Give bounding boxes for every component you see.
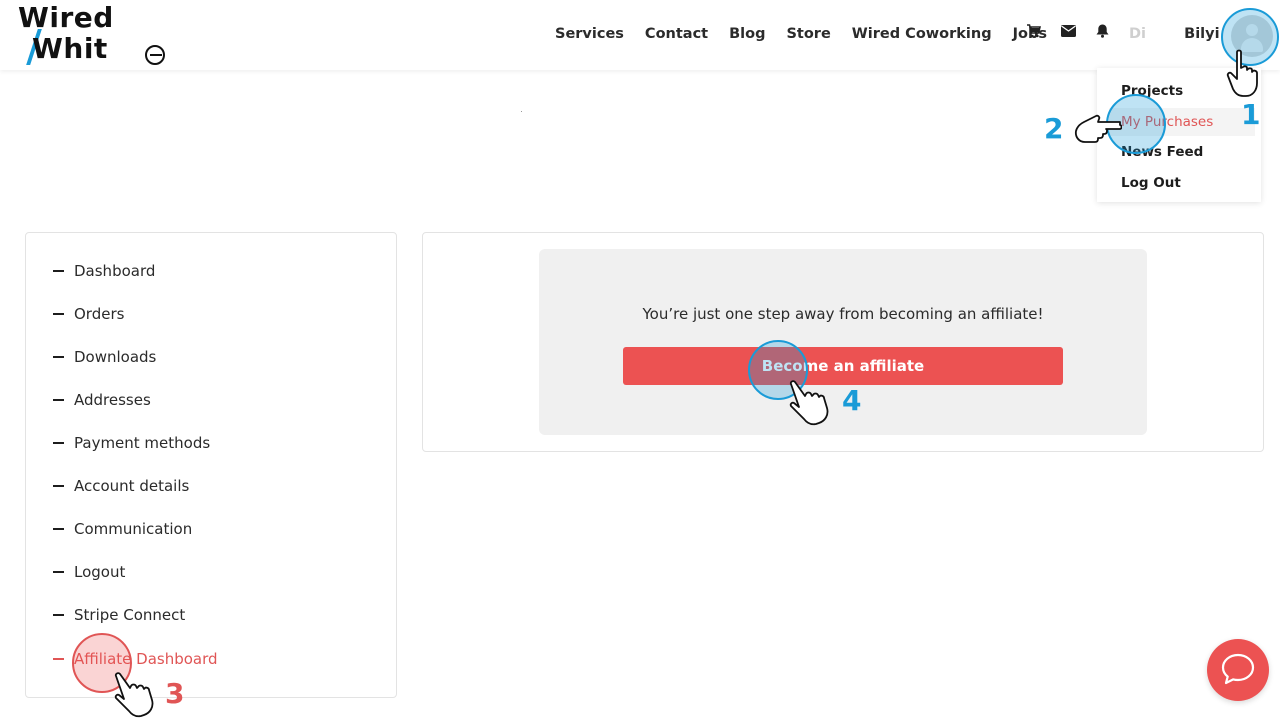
dash-icon (53, 399, 64, 401)
step-number-3: 3 (165, 677, 185, 710)
stray-dot (521, 111, 522, 112)
sidebar-item-label: Addresses (74, 391, 151, 409)
nav-services[interactable]: Services (555, 22, 624, 46)
sidebar-item-communication[interactable]: Communication (53, 518, 192, 540)
account-sidebar: Dashboard Orders Downloads Addresses Pay… (25, 232, 397, 698)
user-last-name: Bilyi (1184, 26, 1220, 42)
step-number-2: 2 (1044, 112, 1064, 145)
affiliate-notice-text: You’re just one step away from becoming … (642, 305, 1044, 323)
sidebar-item-account-details[interactable]: Account details (53, 475, 189, 497)
sidebar-item-label: Orders (74, 305, 125, 323)
sidebar-item-label: Communication (74, 520, 193, 538)
sidebar-item-label: Logout (74, 563, 126, 581)
sidebar-item-payment-methods[interactable]: Payment methods (53, 432, 210, 454)
cart-icon[interactable] (1025, 24, 1043, 44)
sidebar-item-logout[interactable]: Logout (53, 561, 125, 583)
sidebar-item-label: Stripe Connect (74, 606, 186, 624)
nav-wired-coworking[interactable]: Wired Coworking (852, 22, 992, 46)
sidebar-item-stripe-connect[interactable]: Stripe Connect (53, 604, 185, 626)
site-header: Wired Whit Services Contact Blog Store W… (0, 0, 1280, 70)
pointing-hand-icon (789, 380, 829, 426)
step-number-4: 4 (842, 384, 862, 417)
sidebar-item-dashboard[interactable]: Dashboard (53, 260, 155, 282)
nav-contact[interactable]: Contact (645, 22, 708, 46)
pointing-hand-icon (1074, 114, 1122, 143)
wired-white-logo[interactable]: Wired Whit (18, 1, 165, 67)
pointing-hand-icon (1226, 49, 1258, 97)
dash-icon (53, 485, 64, 487)
become-affiliate-button[interactable]: Become an affiliate (623, 347, 1063, 385)
affiliate-content-panel: You’re just one step away from becoming … (422, 232, 1264, 452)
logo-line-2: Whit (32, 32, 108, 65)
dash-icon (53, 571, 64, 573)
dash-icon (53, 528, 64, 530)
nav-blog[interactable]: Blog (729, 22, 765, 46)
sidebar-item-addresses[interactable]: Addresses (53, 389, 151, 411)
nav-store[interactable]: Store (786, 22, 830, 46)
sidebar-item-label: Downloads (74, 348, 157, 366)
chat-widget-button[interactable] (1207, 639, 1269, 701)
logo-line-1: Wired (18, 1, 114, 34)
sidebar-item-orders[interactable]: Orders (53, 303, 124, 325)
user-name[interactable]: Di Bilyi (1129, 22, 1220, 46)
sidebar-item-label: Account details (74, 477, 190, 495)
dropdown-item-log-out[interactable]: Log Out (1121, 173, 1181, 193)
plug-icon (145, 45, 165, 65)
sidebar-item-label: Dashboard (74, 262, 156, 280)
sidebar-item-downloads[interactable]: Downloads (53, 346, 156, 368)
user-first-name-blurred: Di (1129, 26, 1147, 42)
dash-icon (53, 658, 64, 660)
chat-bubble-icon (1221, 653, 1255, 685)
main-nav: Services Contact Blog Store Wired Cowork… (555, 22, 1068, 46)
header-icons (1025, 24, 1127, 44)
envelope-icon[interactable] (1059, 24, 1077, 44)
dash-icon (53, 614, 64, 616)
sidebar-item-label: Payment methods (74, 434, 211, 452)
step-number-1: 1 (1241, 98, 1261, 131)
dash-icon (53, 442, 64, 444)
dash-icon (53, 356, 64, 358)
dash-icon (53, 313, 64, 315)
bell-icon[interactable] (1093, 24, 1111, 44)
dash-icon (53, 270, 64, 272)
pointing-hand-icon (114, 672, 154, 718)
